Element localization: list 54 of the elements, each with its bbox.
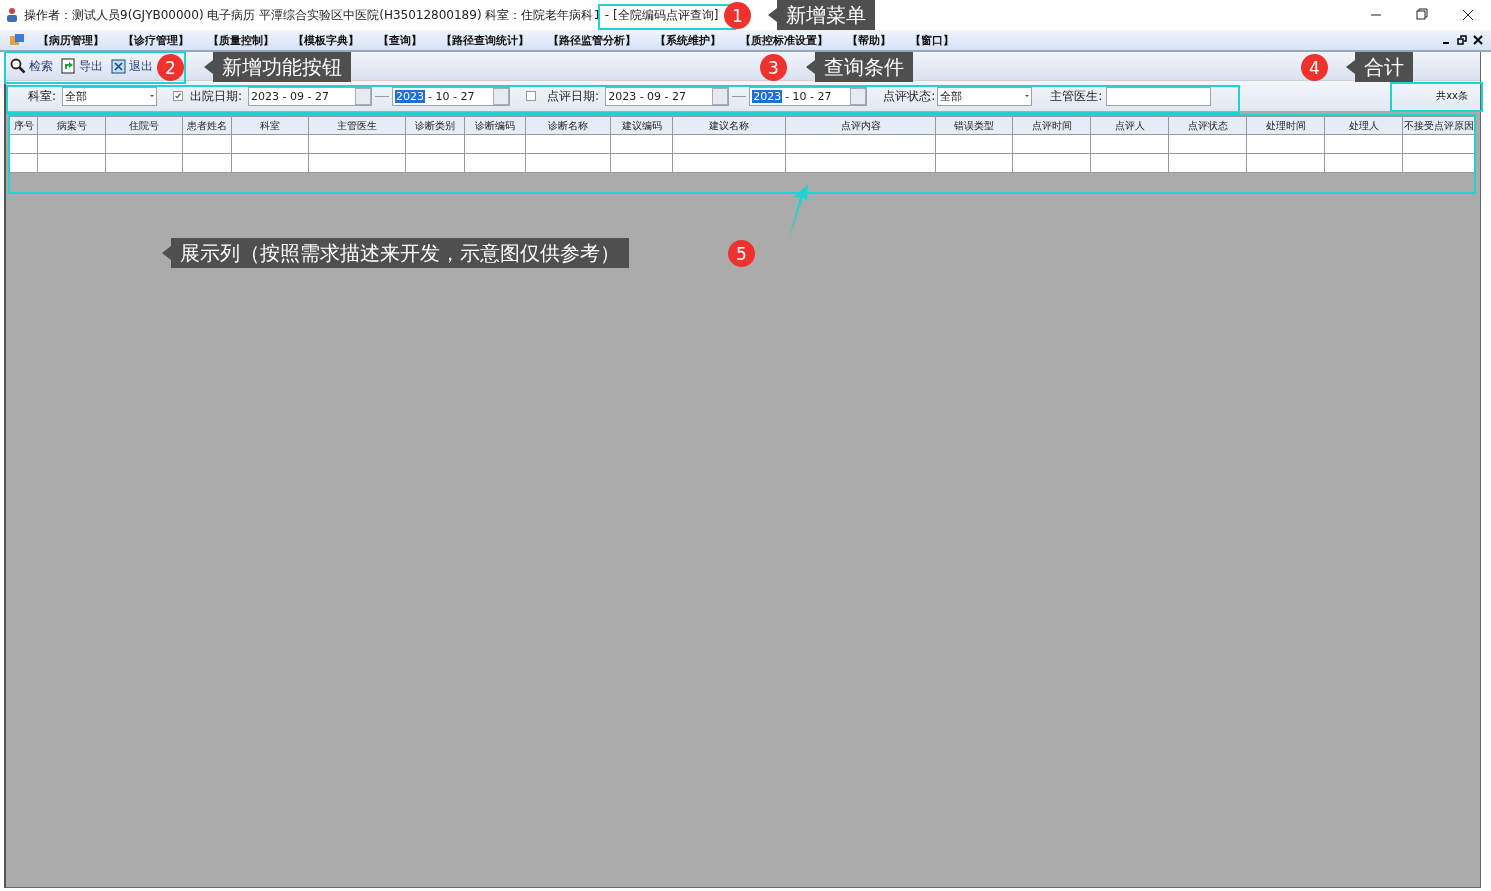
column-header: 病案号 (37, 116, 106, 135)
app-icon (4, 7, 20, 23)
menu-item[interactable]: 【查询】 (378, 32, 422, 48)
column-header: 错误类型 (935, 116, 1013, 135)
exit-button[interactable]: 退出 (111, 57, 153, 75)
caret-icon (1023, 92, 1032, 100)
menu-item[interactable]: 【质控标准设置】 (740, 32, 828, 48)
column-header: 处理人 (1324, 116, 1403, 135)
search-icon (10, 58, 26, 74)
column-header: 诊断编码 (464, 116, 526, 135)
checkbox[interactable] (173, 91, 184, 101)
callout-label: 新增菜单 (768, 0, 875, 30)
menu-item[interactable]: 【模板字典】 (293, 32, 359, 48)
export-button[interactable]: 导出 (61, 57, 103, 75)
app-menu-icon[interactable] (10, 33, 24, 47)
column-header: 不接受点评原因 (1402, 116, 1476, 135)
restore-button[interactable] (1457, 35, 1467, 45)
column-header: 序号 (9, 116, 38, 135)
column-header: 科室 (231, 116, 309, 135)
column-header: 建议编码 (610, 116, 673, 135)
column-header: 建议名称 (672, 116, 786, 135)
column-header: 点评人 (1090, 116, 1169, 135)
search-button[interactable]: 检索 (10, 57, 53, 75)
step-number: 1 (724, 2, 751, 29)
menu-item[interactable]: 【窗口】 (910, 32, 954, 48)
menu-item[interactable]: 【病历管理】 (38, 32, 104, 48)
menu-item[interactable]: 【路径查询统计】 (441, 32, 529, 48)
column-header: 点评状态 (1168, 116, 1247, 135)
callout-label: 查询条件 (806, 52, 913, 82)
close-button[interactable] (1473, 35, 1483, 45)
callout-label: 展示列（按照需求描述来开发，示意图仅供参考） (162, 238, 629, 268)
column-header: 点评内容 (785, 116, 936, 135)
column-header: 处理时间 (1246, 116, 1325, 135)
callout-label: 新增功能按钮 (204, 52, 351, 82)
column-header: 患者姓名 (182, 116, 232, 135)
column-header: 主管医生 (308, 116, 406, 135)
field-label: 点评日期: (547, 87, 600, 105)
field-label: 出院日期: (190, 87, 243, 105)
total-count: 共xx条 (1436, 89, 1468, 103)
close-icon (111, 58, 126, 74)
menu-item[interactable]: 【帮助】 (847, 32, 891, 48)
field-label: 科室: (28, 87, 57, 105)
caret-icon (148, 92, 157, 100)
field-label: 主管医生: (1050, 87, 1103, 105)
checkbox[interactable] (526, 91, 537, 101)
menu-item[interactable]: 【系统维护】 (655, 32, 721, 48)
menu-item[interactable]: 【质量控制】 (208, 32, 274, 48)
column-header: 点评时间 (1012, 116, 1091, 135)
menu-item[interactable]: 【诊疗管理】 (123, 32, 189, 48)
column-header: 诊断名称 (525, 116, 611, 135)
column-header: 诊断类别 (405, 116, 465, 135)
column-header: 住院号 (105, 116, 183, 135)
field-label: 点评状态: (883, 87, 936, 105)
menu-item[interactable]: 【路径监管分析】 (548, 32, 636, 48)
